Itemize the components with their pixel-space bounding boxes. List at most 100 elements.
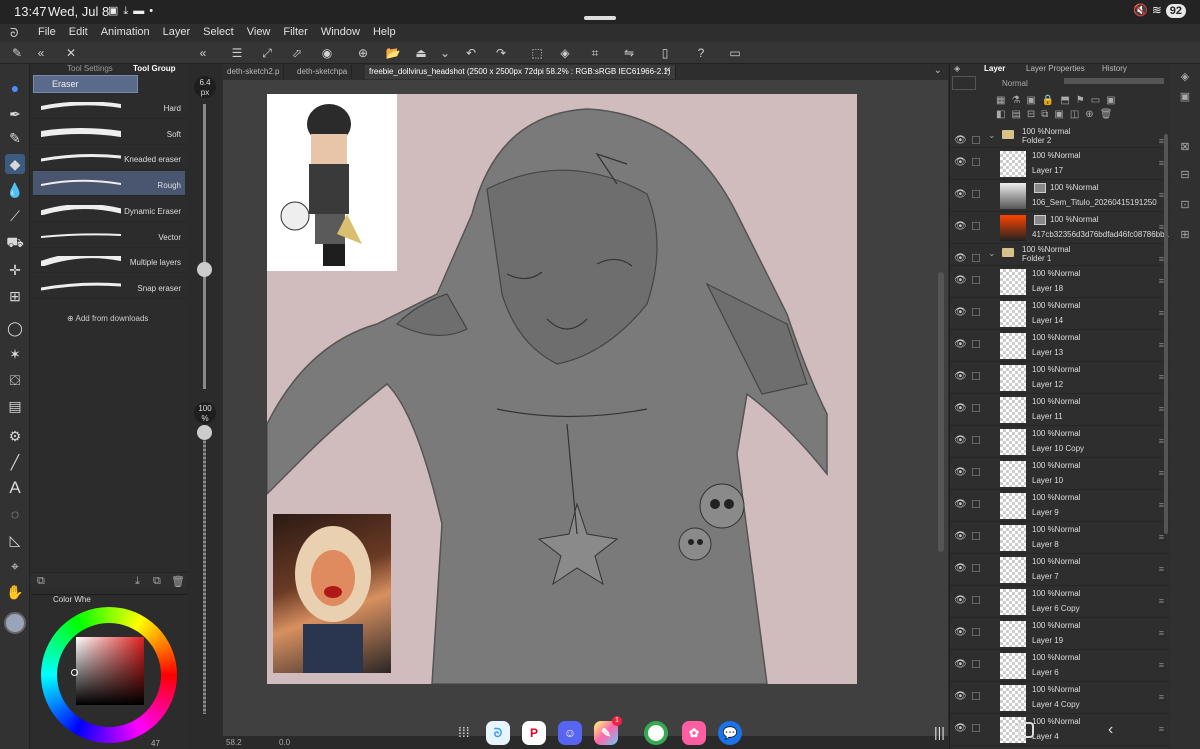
rotation-readout[interactable]: 0.0 (279, 738, 290, 747)
layer-menu-icon[interactable]: ≡ (1159, 596, 1164, 606)
brush-size-knob[interactable] (197, 262, 212, 277)
brush-item-hard[interactable]: Hard (33, 94, 185, 119)
eraser-icon[interactable]: ◆ (5, 154, 25, 174)
folder-chevron-icon[interactable]: ⌄ (988, 248, 996, 259)
menu-item-edit[interactable]: Edit (69, 26, 88, 38)
menu-item-animation[interactable]: Animation (101, 26, 150, 38)
pinterest-app-icon[interactable]: P (522, 721, 546, 745)
layer-row[interactable]: 👁 100 %Normal Layer 8 ≡ (950, 522, 1170, 554)
visibility-eye-icon[interactable]: 👁 (954, 691, 967, 702)
zoom-readout[interactable]: 58.2 (226, 738, 242, 747)
gradient-icon[interactable]: ▤ (5, 396, 25, 416)
collapse-icon[interactable]: « (32, 45, 50, 61)
layer-row[interactable]: 👁 100 %Normal Layer 4 ≡ (950, 714, 1170, 746)
settings-icon[interactable]: ⧉ (37, 575, 45, 588)
navigator-icon[interactable]: ▣ (1176, 88, 1194, 106)
layer-row[interactable]: 👁 100 %Normal Layer 11 ≡ (950, 394, 1170, 426)
visibility-eye-icon[interactable]: 👁 (954, 595, 967, 606)
panel-icon[interactable]: ▭ (726, 45, 744, 61)
layer-lock-checkbox[interactable] (972, 564, 980, 572)
app-logo-icon[interactable]: ᘐ (10, 26, 24, 40)
text-icon[interactable]: A (5, 478, 25, 498)
tab-tool-group[interactable]: Tool Group (133, 64, 176, 73)
layer-row[interactable]: 👁 100 %Normal Layer 14 ≡ (950, 298, 1170, 330)
visibility-eye-icon[interactable]: 👁 (954, 135, 967, 146)
visibility-eye-icon[interactable]: 👁 (954, 403, 967, 414)
layer-menu-icon[interactable]: ≡ (1159, 564, 1164, 574)
download-icon[interactable]: ⤓ (135, 575, 140, 588)
layer-row[interactable]: 👁 100 %Normal Layer 6 Copy ≡ (950, 586, 1170, 618)
subtool-header[interactable]: Eraser (33, 75, 138, 93)
record-icon[interactable]: ◉ (318, 45, 336, 61)
layer-lock-checkbox[interactable] (972, 340, 980, 348)
open-icon[interactable]: 📂 (384, 45, 402, 61)
layer-row[interactable]: 👁 100 %Normal Layer 9 ≡ (950, 490, 1170, 522)
recents-button[interactable]: ||| (934, 724, 945, 740)
bucket-icon[interactable]: ⛋ (5, 370, 25, 390)
layer-lock-checkbox[interactable] (972, 500, 980, 508)
visibility-eye-icon[interactable]: 👁 (954, 275, 967, 286)
visibility-eye-icon[interactable]: 👁 (954, 467, 967, 478)
tab-history[interactable]: History (1102, 64, 1127, 73)
menu-item-window[interactable]: Window (321, 26, 360, 38)
fill-icon[interactable]: ◈ (556, 45, 574, 61)
saturation-box[interactable] (76, 637, 144, 705)
visibility-eye-icon[interactable]: 👁 (954, 189, 967, 200)
blend-square-icon[interactable] (952, 76, 976, 90)
hamburger-icon[interactable]: ☰ (228, 45, 246, 61)
layer-lock-checkbox[interactable] (972, 596, 980, 604)
layer-row[interactable]: 👁 100 %Normal Layer 10 ≡ (950, 458, 1170, 490)
layer-lock-checkbox[interactable] (972, 254, 980, 262)
hand-icon[interactable]: ✋ (5, 582, 25, 602)
trash-icon[interactable]: 🗑 (171, 575, 185, 588)
brush-item-soft[interactable]: Soft (33, 120, 185, 145)
layer-folder-row[interactable]: 👁 ⌄ 100 %Normal Folder 1 ≡ (950, 244, 1170, 266)
layer-lock-checkbox[interactable] (972, 308, 980, 316)
chevron-down-icon[interactable]: ⌄ (436, 45, 454, 61)
line-icon[interactable]: ╱ (5, 452, 25, 472)
eyedropper-icon[interactable]: ⟋ (5, 206, 25, 226)
layer-row[interactable]: 👁 100 %Normal Layer 17 ≡ (950, 148, 1170, 180)
menu-item-file[interactable]: File (38, 26, 56, 38)
layer-lock-checkbox[interactable] (972, 372, 980, 380)
layer-row[interactable]: 👁 100 %Normal 417cb32356d3d76bdfad46fc0878… (950, 212, 1170, 244)
crop-icon[interactable]: ⌗ (586, 45, 604, 61)
brush-item-snap-eraser[interactable]: Snap eraser (33, 274, 185, 299)
wand-icon[interactable]: ✶ (5, 344, 25, 364)
layer-lock-checkbox[interactable] (972, 724, 980, 732)
layer-menu-icon[interactable]: ≡ (1159, 532, 1164, 542)
visibility-eye-icon[interactable]: 👁 (954, 435, 967, 446)
grid-icon[interactable]: ⊞ (5, 286, 25, 306)
tab-close-icon[interactable]: ✕ (664, 65, 672, 76)
layer-tools-icons[interactable]: ▦⚗▣🔒⬒⚑▭▣ (996, 95, 1122, 106)
tab-tool-settings[interactable]: Tool Settings (67, 64, 113, 73)
visibility-eye-icon[interactable]: 👁 (954, 563, 967, 574)
device-icon[interactable]: ▯ (656, 45, 674, 61)
opacity-slider[interactable] (1064, 78, 1164, 84)
chrome-app-icon[interactable] (644, 721, 668, 745)
collapse-icon-2[interactable]: « (194, 45, 212, 61)
layer-row[interactable]: 👁 100 %Normal Layer 18 ≡ (950, 266, 1170, 298)
clipstudio-app-icon[interactable]: ᘐ (486, 721, 510, 745)
layer-actions-icons[interactable]: ◧▤⊟⧉▣◫⊕🗑 (996, 109, 1118, 120)
visibility-eye-icon[interactable]: 👁 (954, 659, 967, 670)
brush-item-kneaded-eraser[interactable]: Kneaded eraser (33, 145, 185, 171)
tab-layer[interactable]: Layer (984, 64, 1005, 73)
visibility-eye-icon[interactable]: 👁 (954, 221, 967, 232)
lasso-icon[interactable]: ◯ (5, 318, 25, 338)
panel-icon-2[interactable]: ⊟ (1176, 166, 1194, 184)
fit-icon[interactable]: ⤢ (258, 45, 276, 61)
layer-row[interactable]: 👁 100 %Normal Layer 19 ≡ (950, 618, 1170, 650)
visibility-eye-icon[interactable]: 👁 (954, 531, 967, 542)
reference-photo-2[interactable] (273, 514, 391, 673)
move-icon[interactable]: ✛ (5, 260, 25, 280)
panel-icon-1[interactable]: ⊠ (1176, 138, 1194, 156)
layer-lock-checkbox[interactable] (972, 532, 980, 540)
new-icon[interactable]: ⊕ (354, 45, 372, 61)
visibility-eye-icon[interactable]: 👁 (954, 157, 967, 168)
saturation-cursor[interactable] (71, 669, 78, 676)
layer-lock-checkbox[interactable] (972, 404, 980, 412)
visibility-eye-icon[interactable]: 👁 (954, 371, 967, 382)
messages-app-icon[interactable]: 💬 (718, 721, 742, 745)
opacity-knob[interactable] (197, 425, 212, 440)
